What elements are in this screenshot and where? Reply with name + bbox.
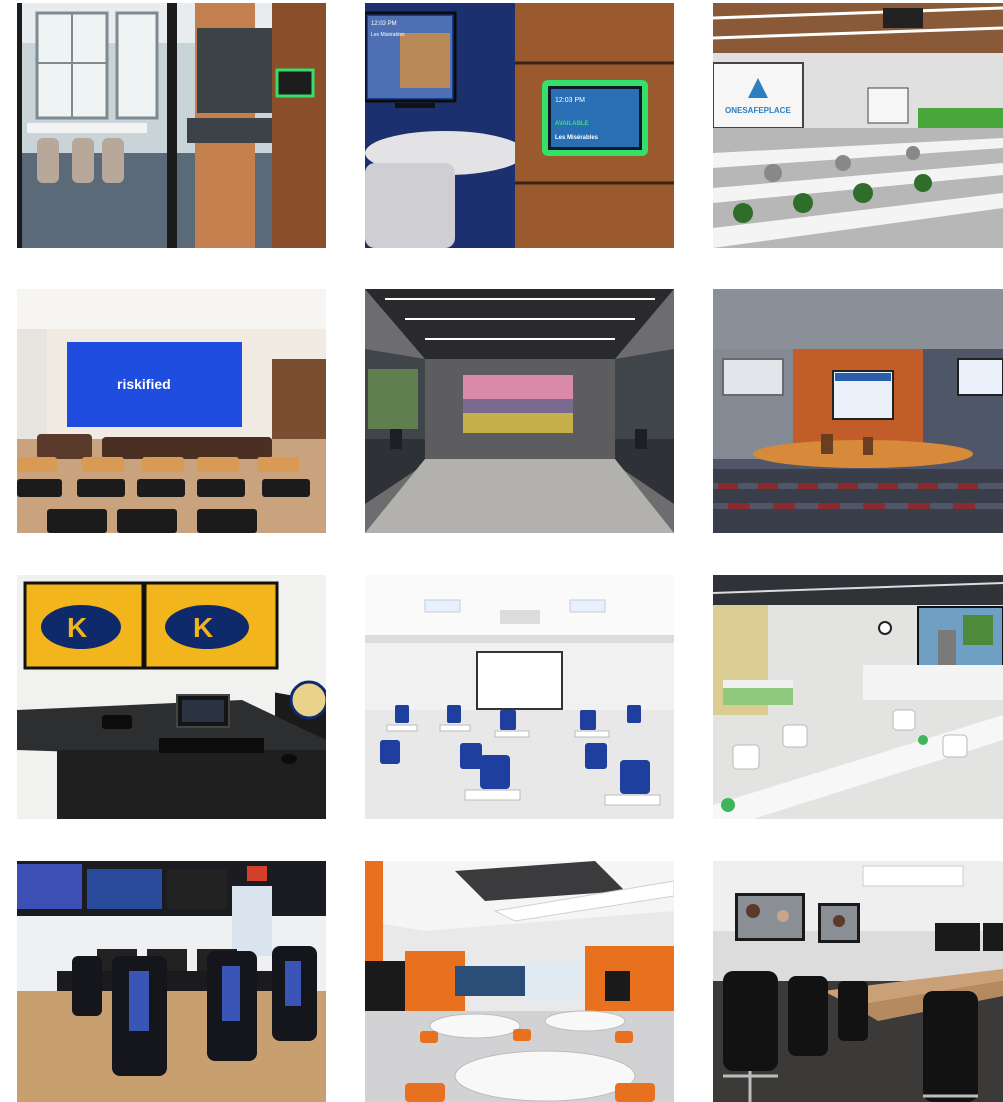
gallery-tile-esports-arena[interactable] xyxy=(17,861,326,1102)
training-room-photo: ONESAFEPLACE xyxy=(713,3,1003,248)
nursing-lab-photo xyxy=(713,575,1003,819)
panel-time: 12:03 PM xyxy=(555,97,585,104)
gallery-tile-auditorium[interactable] xyxy=(713,289,1003,533)
gallery-tile-collaborative-classroom[interactable] xyxy=(365,861,674,1102)
conference-room-photo xyxy=(17,3,326,248)
gallery-tile-training-room[interactable]: ONESAFEPLACE xyxy=(713,3,1003,248)
gallery-tile-control-desk[interactable]: K K xyxy=(17,575,326,819)
screen-brand: ONESAFEPLACE xyxy=(725,106,791,115)
control-desk-photo: K K xyxy=(17,575,326,819)
boardroom-photo xyxy=(365,289,674,533)
tv-time: 12:03 PM xyxy=(371,21,397,27)
gallery-tile-conference-room[interactable] xyxy=(17,3,326,248)
panel-room-name: Les Misérables xyxy=(555,135,599,141)
kent-logo-left: K xyxy=(67,612,87,643)
classroom-photo xyxy=(365,575,674,819)
gallery-tile-lounge[interactable]: riskified xyxy=(17,289,326,533)
huddle-room-photo: 12:03 PM Les Misérables 12:03 PM AVAILAB… xyxy=(365,3,674,248)
gallery-tile-huddle-room[interactable]: 12:03 PM Les Misérables 12:03 PM AVAILAB… xyxy=(365,3,674,248)
panel-status: AVAILABLE xyxy=(555,121,588,127)
tv-room-name: Les Misérables xyxy=(371,32,405,38)
gallery-tile-classroom[interactable] xyxy=(365,575,674,819)
lounge-photo: riskified xyxy=(17,289,326,533)
gallery-tile-boardroom[interactable] xyxy=(365,289,674,533)
kent-logo-right: K xyxy=(193,612,213,643)
collaborative-classroom-photo xyxy=(365,861,674,1102)
esports-arena-photo xyxy=(17,861,326,1102)
gallery-tile-video-boardroom[interactable] xyxy=(713,861,1003,1102)
riskified-logo-text: riskified xyxy=(117,376,171,392)
video-boardroom-photo xyxy=(713,861,1003,1102)
auditorium-photo xyxy=(713,289,1003,533)
gallery-tile-nursing-lab[interactable] xyxy=(713,575,1003,819)
